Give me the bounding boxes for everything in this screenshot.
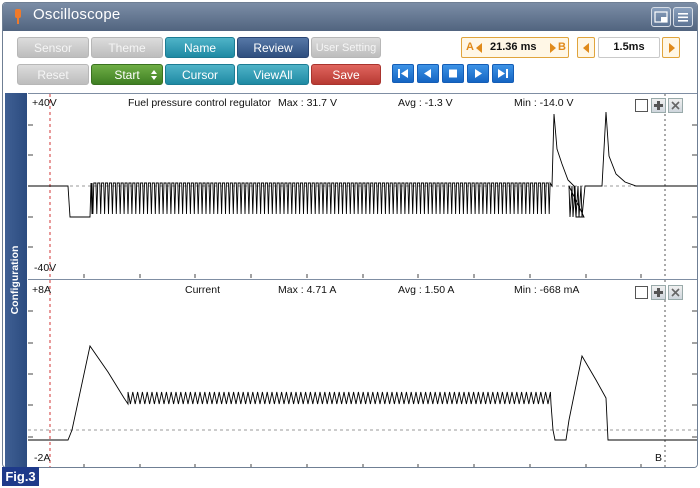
y-bottom-label: -40V xyxy=(34,262,57,274)
cursor-b-marker: B xyxy=(655,452,663,464)
title-bar: Oscilloscope xyxy=(3,3,697,31)
reset-button[interactable]: Reset xyxy=(17,64,89,85)
viewall-button[interactable]: ViewAll xyxy=(237,64,309,85)
channel-panel-current: +8A -2A Current Max : 4.71 A Avg : 1.50 … xyxy=(28,279,697,468)
skip-start-icon xyxy=(398,69,408,78)
y-bottom-label: -2A xyxy=(34,452,51,464)
voltage-trace xyxy=(28,111,697,218)
arrow-right-icon xyxy=(550,43,556,53)
configuration-label: Configuration xyxy=(9,245,21,315)
stop-icon xyxy=(449,69,457,78)
cursor-delta-value: 21.36 ms xyxy=(490,41,537,53)
channel-name: Current xyxy=(185,284,221,296)
close-channel-button[interactable] xyxy=(668,98,683,113)
play-left-icon xyxy=(424,69,431,78)
figure-label: Fig.3 xyxy=(2,467,39,486)
cursor-b-label: B xyxy=(558,41,566,53)
min-reading: Min : -14.0 V xyxy=(514,97,574,109)
avg-reading: Avg : -1.3 V xyxy=(398,97,453,109)
last-frame-button[interactable] xyxy=(492,64,514,83)
max-reading: Max : 4.71 A xyxy=(278,284,337,296)
close-icon xyxy=(671,101,680,110)
timebase-decrease-button[interactable] xyxy=(577,37,595,58)
probe-icon xyxy=(15,9,21,24)
window-layout-button[interactable] xyxy=(651,7,671,27)
play-icon xyxy=(475,69,482,78)
configuration-sidebar[interactable]: Configuration xyxy=(5,93,27,467)
current-waveform-plot[interactable] xyxy=(28,280,697,468)
channel-checkbox[interactable] xyxy=(635,99,648,112)
menu-icon xyxy=(678,13,688,22)
plus-icon xyxy=(654,101,663,110)
save-button[interactable]: Save xyxy=(311,64,381,85)
channel-name: Fuel pressure control regulator xyxy=(128,97,271,109)
oscilloscope-window: Oscilloscope Sensor Theme Name Review Us… xyxy=(2,2,698,468)
channel-checkbox[interactable] xyxy=(635,286,648,299)
plus-icon xyxy=(654,288,663,297)
name-button[interactable]: Name xyxy=(165,37,235,58)
user-setting-button[interactable]: User Setting xyxy=(311,37,381,58)
menu-button[interactable] xyxy=(673,7,693,27)
min-reading: Min : -668 mA xyxy=(514,284,580,296)
arrow-left-icon xyxy=(583,43,589,53)
window-title: Oscilloscope xyxy=(33,6,121,23)
previous-button[interactable] xyxy=(417,64,439,83)
timebase-value: 1.5ms xyxy=(613,41,645,53)
cursor-button[interactable]: Cursor xyxy=(165,64,235,85)
y-top-label: +8A xyxy=(32,284,51,296)
stop-button[interactable] xyxy=(442,64,464,83)
review-button[interactable]: Review xyxy=(237,37,309,58)
play-button[interactable] xyxy=(467,64,489,83)
max-reading: Max : 31.7 V xyxy=(278,97,337,109)
updown-icon xyxy=(151,70,157,80)
close-channel-button[interactable] xyxy=(668,285,683,300)
current-trace xyxy=(28,344,697,441)
window-layout-icon xyxy=(654,11,668,23)
start-button[interactable]: Start xyxy=(91,64,163,85)
cursor-a-label: A xyxy=(466,41,474,53)
sensor-button[interactable]: Sensor xyxy=(17,37,89,58)
toolbar: Sensor Theme Name Review User Setting Re… xyxy=(3,31,697,91)
arrow-right-icon xyxy=(669,43,675,53)
arrow-left-icon xyxy=(476,43,482,53)
first-frame-button[interactable] xyxy=(392,64,414,83)
cursor-delta-box: A 21.36 ms B xyxy=(461,37,569,58)
zoom-in-button[interactable] xyxy=(651,285,666,300)
timebase-field[interactable]: 1.5ms xyxy=(598,37,660,58)
start-label: Start xyxy=(114,68,140,82)
timebase-increase-button[interactable] xyxy=(662,37,680,58)
voltage-waveform-plot[interactable] xyxy=(28,94,697,278)
zoom-in-button[interactable] xyxy=(651,98,666,113)
close-icon xyxy=(671,288,680,297)
channel-panel-voltage: +40V -40V Fuel pressure control regulato… xyxy=(28,93,697,278)
y-top-label: +40V xyxy=(32,97,57,109)
theme-button[interactable]: Theme xyxy=(91,37,163,58)
skip-end-icon xyxy=(498,69,508,78)
avg-reading: Avg : 1.50 A xyxy=(398,284,455,296)
